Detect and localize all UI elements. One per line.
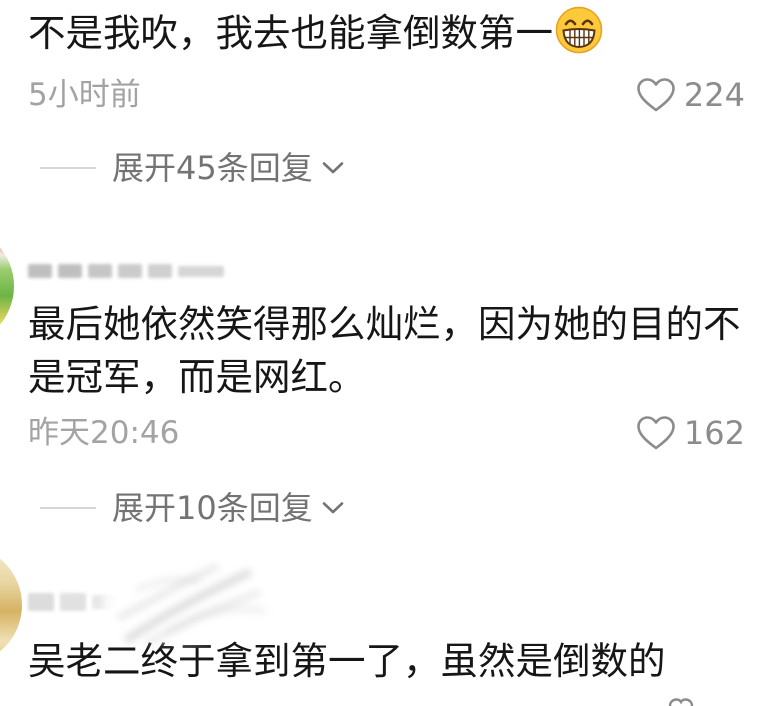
- blur-overlay: [103, 563, 265, 646]
- expand-replies-label: 展开45条回复: [112, 149, 313, 187]
- expand-replies-button[interactable]: 展开45条回复: [40, 148, 345, 188]
- like-button[interactable]: 224: [636, 75, 745, 115]
- like-count: 224: [683, 76, 745, 114]
- like-count: 162: [683, 414, 745, 452]
- heart-outline-icon[interactable]: [636, 415, 676, 451]
- comment-item: 吴老二终于拿到第一了，虽然是倒数的: [0, 555, 782, 706]
- replies-divider: [40, 167, 96, 169]
- avatar[interactable]: [0, 555, 22, 655]
- replies-divider: [40, 507, 96, 509]
- expand-replies-label: 展开10条回复: [112, 489, 313, 527]
- grinning-face-icon: [555, 6, 603, 54]
- comment-text[interactable]: 最后她依然笑得那么灿烂，因为她的目的不是冠军，而是网红。: [28, 298, 770, 404]
- chevron-down-icon: [322, 162, 344, 174]
- avatar[interactable]: [0, 232, 15, 342]
- comment-text[interactable]: 不是我吹，我去也能拿倒数第一: [28, 6, 770, 60]
- comment-timestamp: 昨天20:46: [28, 415, 180, 451]
- heart-outline-icon[interactable]: [668, 698, 694, 706]
- comment-text-content: 不是我吹，我去也能拿倒数第一: [28, 11, 553, 55]
- comment-timestamp: 5小时前: [28, 77, 141, 113]
- expand-replies-button[interactable]: 展开10条回复: [40, 488, 345, 528]
- heart-outline-icon[interactable]: [636, 77, 676, 113]
- username-obscured[interactable]: [28, 255, 228, 281]
- chevron-down-icon: [322, 502, 344, 514]
- avatar-image: [0, 232, 14, 342]
- comment-list: 不是我吹，我去也能拿倒数第一 5小时前 224 展开45条回复 最后她依然笑得那…: [0, 0, 782, 706]
- avatar-image: [0, 555, 22, 655]
- comment-item: 最后她依然笑得那么灿烂，因为她的目的不是冠军，而是网红。 昨天20:46 162…: [0, 232, 782, 555]
- like-button[interactable]: 162: [636, 413, 745, 453]
- comment-item: 不是我吹，我去也能拿倒数第一 5小时前 224 展开45条回复: [0, 0, 782, 232]
